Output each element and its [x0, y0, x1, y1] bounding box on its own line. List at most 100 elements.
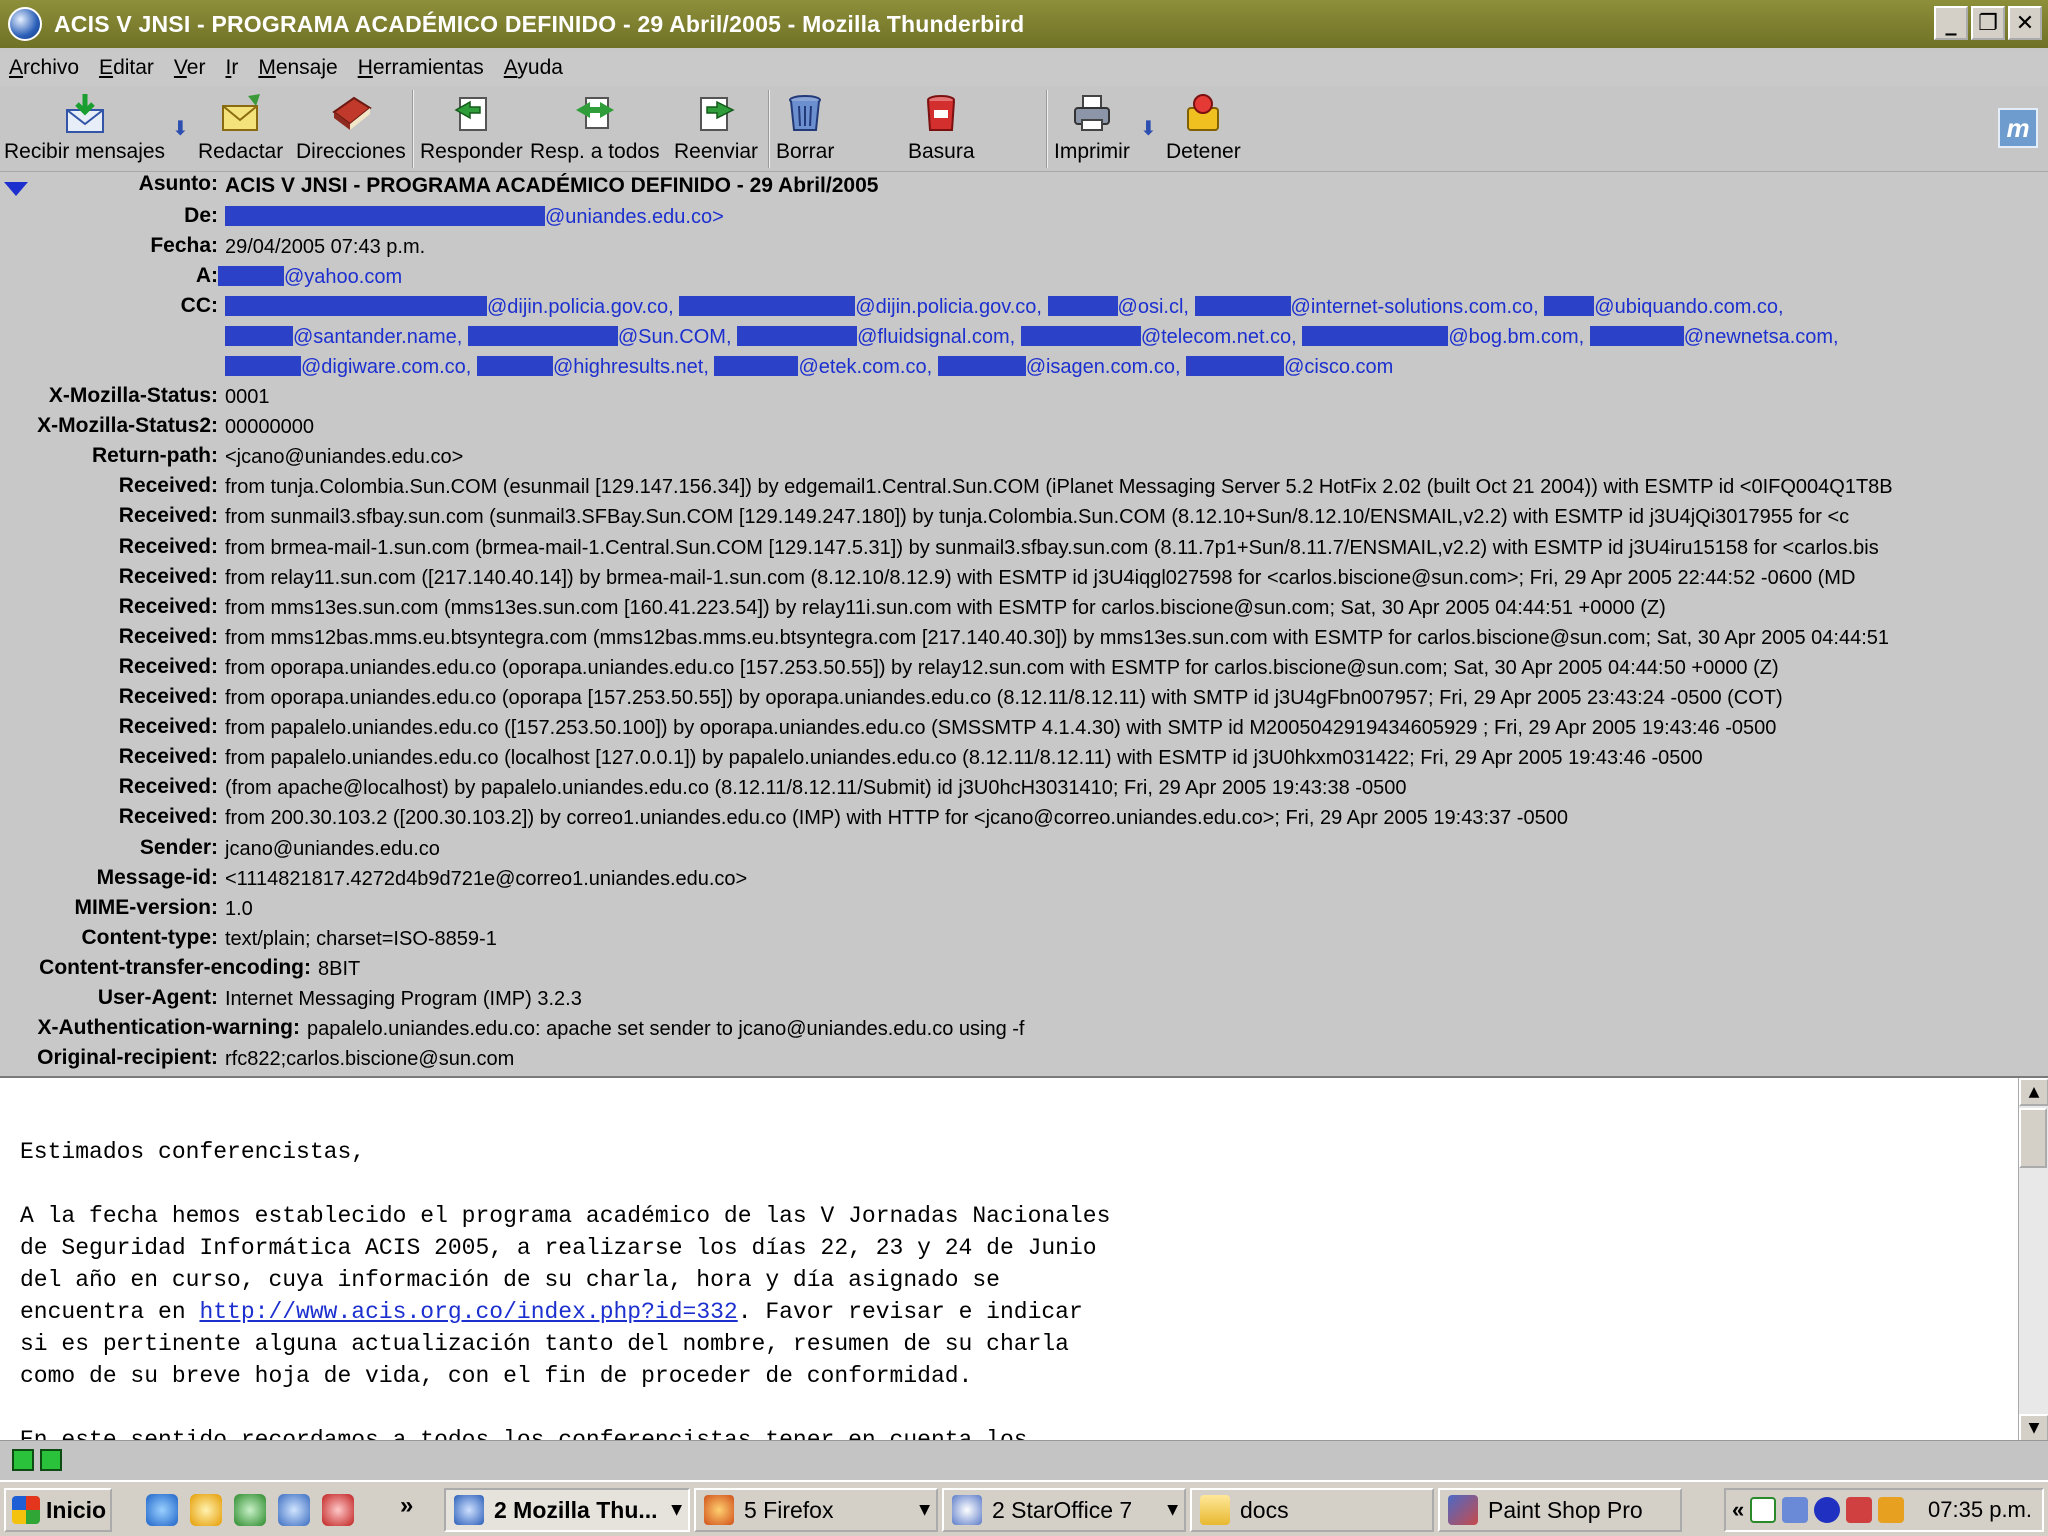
- tray-expand[interactable]: «: [1732, 1497, 1744, 1523]
- header-value: from tunja.Colombia.Sun.COM (esunmail [1…: [225, 476, 1893, 499]
- redacted-block: [225, 206, 545, 226]
- menu-editar[interactable]: Editar: [99, 56, 154, 80]
- cc-address[interactable]: @dijin.policia.gov.co,: [855, 296, 1042, 318]
- menu-ayuda[interactable]: Ayuda: [504, 56, 563, 80]
- junk-button[interactable]: Basura: [908, 86, 975, 172]
- scroll-up-icon[interactable]: ▲: [2019, 1078, 2048, 1106]
- security-tray-icon[interactable]: [1846, 1497, 1873, 1523]
- explorer-icon[interactable]: [278, 1494, 310, 1526]
- header-value: from papalelo.uniandes.edu.co ([157.253.…: [225, 717, 1777, 740]
- cc-address[interactable]: @isagen.com.co,: [1026, 356, 1181, 378]
- app-launcher-icon[interactable]: [322, 1494, 354, 1526]
- cc-address[interactable]: @bog.bm.com,: [1448, 326, 1584, 348]
- paintshop-icon: [1448, 1495, 1478, 1525]
- menu-archivo[interactable]: Archivo: [9, 56, 79, 80]
- chevron-down-icon: ▼: [1167, 1502, 1178, 1518]
- restore-button[interactable]: ❐: [1971, 6, 2005, 40]
- chevron-down-icon: ▼: [671, 1502, 682, 1518]
- header-value: from 200.30.103.2 ([200.30.103.2]) by co…: [225, 807, 1568, 830]
- header-label: Received:: [118, 594, 218, 618]
- cc-address[interactable]: @ubiquando.com.co,: [1594, 296, 1783, 318]
- header-label: Received:: [118, 474, 218, 498]
- menu-ir[interactable]: Ir: [225, 56, 238, 80]
- body-scrollbar[interactable]: ▲ ▼: [2018, 1078, 2048, 1440]
- program-link[interactable]: http://www.acis.org.co/index.php?id=332: [199, 1299, 737, 1325]
- cc-address[interactable]: @highresults.net,: [553, 356, 709, 378]
- redacted-block: [467, 326, 618, 346]
- delete-button[interactable]: Borrar: [776, 86, 834, 172]
- quicklaunch-more[interactable]: »: [400, 1492, 413, 1520]
- redacted-block: [1194, 296, 1291, 316]
- online-status-icon[interactable]: [12, 1449, 64, 1473]
- task-thunderbird[interactable]: 2 Mozilla Thu... ▼: [444, 1488, 690, 1532]
- toolbar-separator: [768, 90, 770, 168]
- cc-address[interactable]: @santander.name,: [293, 326, 462, 348]
- cc-address[interactable]: @Sun.COM,: [618, 326, 732, 348]
- task-label: 2 StarOffice 7: [992, 1496, 1133, 1523]
- task-staroffice[interactable]: 2 StarOffice 7 ▼: [942, 1488, 1186, 1532]
- cc-address[interactable]: @fluidsignal.com,: [857, 326, 1015, 348]
- folder-icon: [1200, 1495, 1230, 1525]
- cc-address[interactable]: @internet-solutions.com.co,: [1291, 296, 1539, 318]
- network-tray-icon[interactable]: [1782, 1497, 1809, 1523]
- status-bar: [0, 1440, 2048, 1480]
- vc-tray-icon[interactable]: [1750, 1497, 1777, 1523]
- menu-mensaje[interactable]: Mensaje: [258, 56, 337, 80]
- close-button[interactable]: ✕: [2008, 6, 2042, 40]
- to-address[interactable]: @yahoo.com: [218, 266, 402, 289]
- message-body-text: Estimados conferencistas, A la fecha hem…: [20, 1136, 1110, 1440]
- reply-button[interactable]: Responder: [420, 86, 523, 172]
- task-paintshop[interactable]: Paint Shop Pro: [1438, 1488, 1682, 1532]
- cc-address[interactable]: @cisco.com: [1284, 356, 1393, 378]
- address-book-button[interactable]: Direcciones: [296, 86, 406, 172]
- reply-all-button[interactable]: Resp. a todos: [530, 86, 660, 172]
- media-icon[interactable]: [234, 1494, 266, 1526]
- clock-icon[interactable]: [190, 1494, 222, 1526]
- scroll-down-icon[interactable]: ▼: [2019, 1414, 2048, 1440]
- cc-address[interactable]: @digiware.com.co,: [301, 356, 471, 378]
- cc-address[interactable]: @dijin.policia.gov.co,: [487, 296, 674, 318]
- thunderbird-icon: [8, 7, 42, 41]
- task-label: docs: [1240, 1496, 1289, 1523]
- windows-taskbar: Inicio » 2 Mozilla Thu... ▼ 5 Firefox ▼ …: [0, 1480, 2048, 1536]
- header-value: 0001: [225, 386, 270, 408]
- header-label: Content-transfer-encoding:: [39, 955, 311, 979]
- header-field-row: Received:: [0, 745, 218, 773]
- header-value: papalelo.uniandes.edu.co: apache set sen…: [307, 1018, 1025, 1041]
- cc-address[interactable]: @etek.com.co,: [798, 356, 932, 378]
- bluetooth-tray-icon[interactable]: [1814, 1497, 1841, 1523]
- menu-ver[interactable]: Ver: [174, 56, 206, 80]
- print-button[interactable]: Imprimir: [1054, 86, 1130, 172]
- header-field-row: Received:: [0, 535, 218, 563]
- minimize-button[interactable]: _: [1934, 6, 1968, 40]
- task-firefox[interactable]: 5 Firefox ▼: [694, 1488, 938, 1532]
- scroll-thumb[interactable]: [2019, 1108, 2047, 1168]
- start-button[interactable]: Inicio: [4, 1488, 112, 1532]
- message-header-pane: Asunto: ACIS V JNSI - PROGRAMA ACADÉMICO…: [0, 172, 2048, 1076]
- get-mail-dropdown-icon[interactable]: ⬇: [172, 116, 189, 140]
- update-tray-icon[interactable]: [1878, 1497, 1905, 1523]
- message-body-pane[interactable]: Estimados conferencistas, A la fecha hem…: [0, 1076, 2048, 1440]
- window-controls: _ ❐ ✕: [1934, 6, 2042, 40]
- cc-address[interactable]: @telecom.net.co,: [1141, 326, 1297, 348]
- cc-address[interactable]: @osi.cl,: [1118, 296, 1189, 318]
- header-label: Received:: [118, 564, 218, 588]
- get-mail-button[interactable]: Recibir mensajes: [4, 86, 165, 172]
- header-value: text/plain; charset=ISO-8859-1: [225, 927, 497, 950]
- header-value: from oporapa.uniandes.edu.co (oporapa.un…: [225, 656, 1779, 679]
- reply-all-label: Resp. a todos: [530, 140, 660, 163]
- task-docs[interactable]: docs: [1190, 1488, 1434, 1532]
- ie-icon[interactable]: [146, 1494, 178, 1526]
- stop-button[interactable]: Detener: [1166, 86, 1241, 172]
- from-address[interactable]: @uniandes.edu.co>: [225, 206, 724, 229]
- from-address-domain: @uniandes.edu.co>: [545, 206, 724, 228]
- redacted-block: [1047, 296, 1118, 316]
- header-value: from papalelo.uniandes.edu.co (localhost…: [225, 747, 1703, 770]
- header-cc-row: CC:: [0, 294, 218, 322]
- cc-address[interactable]: @newnetsa.com,: [1684, 326, 1839, 348]
- compose-button[interactable]: Redactar: [198, 86, 283, 172]
- forward-button[interactable]: Reenviar: [674, 86, 758, 172]
- menu-herramientas[interactable]: Herramientas: [358, 56, 484, 80]
- print-dropdown-icon[interactable]: ⬇: [1140, 116, 1157, 140]
- toolbar-separator: [412, 90, 414, 168]
